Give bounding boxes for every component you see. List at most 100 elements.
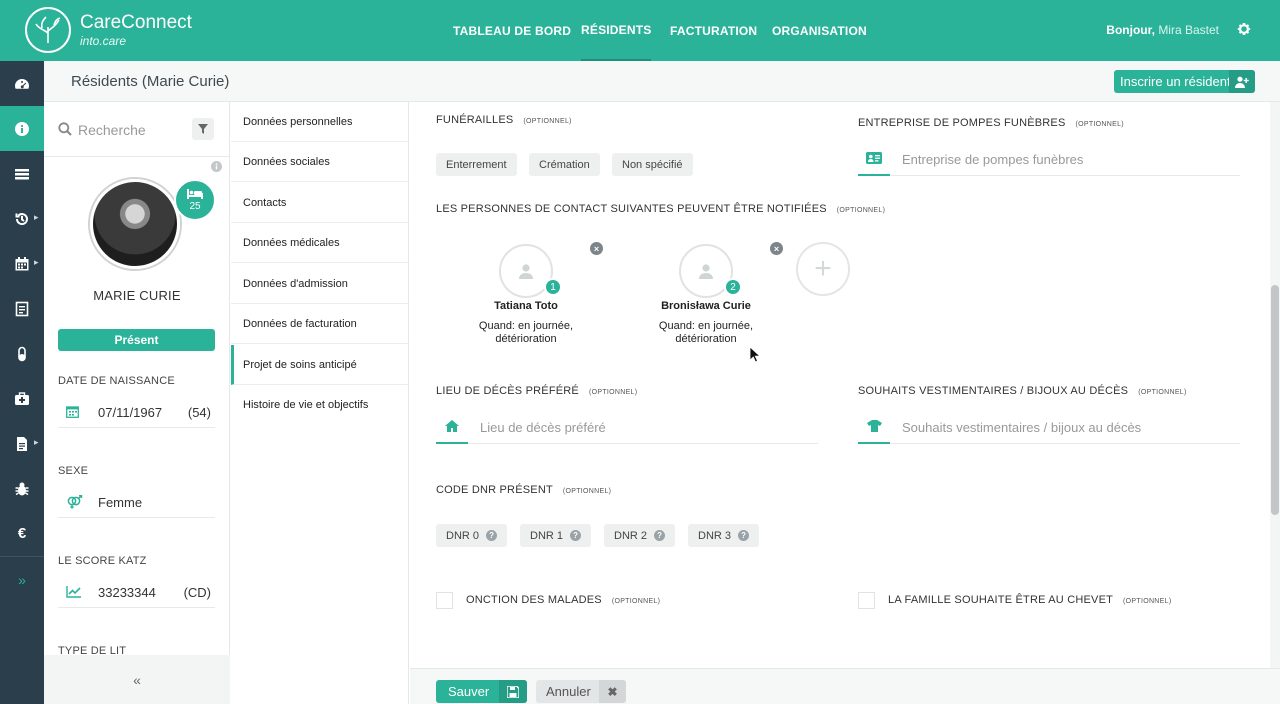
clothing-input[interactable] xyxy=(902,418,1222,436)
avatar[interactable] xyxy=(90,179,180,269)
death-place-label-text: LIEU DE DÉCÈS PRÉFÉRÉ xyxy=(436,385,579,397)
cancel-button[interactable]: Annuler ✖ xyxy=(536,680,626,703)
gear-icon[interactable] xyxy=(1236,21,1252,37)
top-bar: CareConnect into.care TABLEAU DE BORD RÉ… xyxy=(0,0,1280,61)
add-contact-icon[interactable]: + xyxy=(796,242,850,296)
dnr-option-3[interactable]: DNR 3? xyxy=(688,524,760,547)
contact-name: Tatiana Toto xyxy=(494,300,558,312)
dob-value: 07/11/1967 xyxy=(98,405,163,420)
katz-value: 33233344 xyxy=(98,585,156,600)
dnr-option-1[interactable]: DNR 1? xyxy=(520,524,592,547)
remove-contact-icon[interactable]: × xyxy=(770,242,783,255)
rail-info-icon[interactable] xyxy=(0,106,44,151)
rail-notes-icon[interactable] xyxy=(0,286,44,331)
clothing-label: SOUHAITS VESTIMENTAIRES / BIJOUX AU DÉCÈ… xyxy=(858,385,1187,397)
katz-label: LE SCORE KATZ xyxy=(58,555,147,567)
contact-card[interactable]: 1 Tatiana Toto Quand: en journée, détéri… xyxy=(451,244,601,348)
section-medical-data[interactable]: Données médicales xyxy=(231,223,409,263)
careconnect-logo-icon[interactable] xyxy=(25,7,71,53)
funeral-option-unspecified[interactable]: Non spécifié xyxy=(612,153,693,176)
search-input[interactable] xyxy=(78,120,188,140)
nav-tab-billing[interactable]: FACTURATION xyxy=(670,0,757,61)
app-name: CareConnect xyxy=(80,12,192,33)
bed-icon xyxy=(187,188,203,199)
undertaker-label-text: ENTREPRISE DE POMPES FUNÈBRES xyxy=(858,117,1066,129)
greeting: Bonjour, Mira Bastet xyxy=(1106,23,1219,37)
info-icon[interactable] xyxy=(211,160,222,175)
tshirt-icon xyxy=(858,410,890,444)
mouse-cursor-icon xyxy=(749,346,762,367)
greeting-user[interactable]: Mira Bastet xyxy=(1158,23,1219,37)
help-icon[interactable]: ? xyxy=(738,530,750,541)
form-footer: Sauver Annuler ✖ xyxy=(410,668,1280,704)
profile-divider xyxy=(44,156,230,157)
section-life-story[interactable]: Histoire de vie et objectifs xyxy=(231,385,409,425)
search-icon xyxy=(58,122,72,139)
family-bedside-checkbox[interactable] xyxy=(858,592,875,609)
section-billing-data[interactable]: Données de facturation xyxy=(231,304,409,344)
nav-tab-residents[interactable]: RÉSIDENTS xyxy=(581,0,652,61)
rail-list-icon[interactable] xyxy=(0,151,44,196)
save-button[interactable]: Sauver xyxy=(436,680,527,703)
death-place-input[interactable] xyxy=(480,418,800,436)
id-card-icon xyxy=(858,142,890,176)
anointing-label: ONCTION DES MALADES (OPTIONNEL) xyxy=(466,594,660,606)
rail-euro-icon[interactable]: € xyxy=(0,511,44,556)
rail-dashboard-icon[interactable] xyxy=(0,61,44,106)
section-personal-data[interactable]: Données personnelles xyxy=(231,102,409,142)
bed-badge: 25 xyxy=(174,179,216,221)
collapse-panel-button[interactable]: « xyxy=(44,655,230,704)
rail-medkit-icon[interactable] xyxy=(0,376,44,421)
optional-tag: (OPTIONNEL) xyxy=(1075,121,1124,128)
anointing-checkbox[interactable] xyxy=(436,592,453,609)
rail-document-chevron-icon: ▸ xyxy=(34,437,39,447)
contact-card[interactable]: 2 Bronisława Curie Quand: en journée, dé… xyxy=(631,244,781,348)
help-icon[interactable]: ? xyxy=(486,530,498,541)
nav-tab-organisation[interactable]: ORGANISATION xyxy=(772,0,867,61)
page-title: Résidents (Marie Curie) xyxy=(71,73,230,90)
death-place-field xyxy=(436,410,818,444)
dob-field: 07/11/1967 (54) xyxy=(58,396,215,428)
funeral-option-cremation[interactable]: Crémation xyxy=(529,153,600,176)
death-place-label: LIEU DE DÉCÈS PRÉFÉRÉ (OPTIONNEL) xyxy=(436,385,637,397)
advance-care-form: FUNÉRAILLES (OPTIONNEL) Enterrement Créma… xyxy=(410,102,1270,668)
section-social-data[interactable]: Données sociales xyxy=(231,142,409,182)
enroll-resident-button[interactable]: Inscrire un résident xyxy=(1114,70,1255,93)
remove-contact-icon[interactable]: × xyxy=(590,242,603,255)
clothing-field xyxy=(858,410,1240,444)
funeral-option-burial[interactable]: Enterrement xyxy=(436,153,517,176)
dnr-label-text: CODE DNR PRÉSENT xyxy=(436,484,553,496)
bed-number: 25 xyxy=(189,200,201,212)
help-icon[interactable]: ? xyxy=(654,530,666,541)
enroll-resident-label: Inscrire un résident xyxy=(1120,74,1231,89)
anointing-label-text: ONCTION DES MALADES xyxy=(466,594,602,606)
contact-priority-badge: 2 xyxy=(724,278,742,296)
rail-expand-icon[interactable]: » xyxy=(0,557,44,602)
sex-field: Femme xyxy=(58,486,215,518)
rail-bug-icon[interactable] xyxy=(0,466,44,511)
sex-label: SEXE xyxy=(58,465,89,477)
dnr-option-0[interactable]: DNR 0? xyxy=(436,524,508,547)
dnr-option-label: DNR 0 xyxy=(446,529,480,542)
dnr-option-label: DNR 2 xyxy=(614,529,648,542)
gender-icon xyxy=(66,494,84,512)
contact-notify-when: Quand: en journée, détérioration xyxy=(658,320,754,345)
nav-tab-dashboard[interactable]: TABLEAU DE BORD xyxy=(453,0,571,61)
chart-line-icon xyxy=(66,585,82,601)
clothing-label-text: SOUHAITS VESTIMENTAIRES / BIJOUX AU DÉCÈ… xyxy=(858,385,1129,397)
section-advance-care-plan[interactable]: Projet de soins anticipé xyxy=(231,345,409,385)
filter-icon[interactable] xyxy=(192,118,214,140)
section-contacts[interactable]: Contacts xyxy=(231,183,409,223)
optional-tag: (OPTIONNEL) xyxy=(523,118,572,125)
greeting-hello: Bonjour, xyxy=(1106,23,1155,37)
optional-tag: (OPTIONNEL) xyxy=(1123,598,1172,605)
undertaker-input[interactable] xyxy=(902,150,1222,168)
dnr-option-2[interactable]: DNR 2? xyxy=(604,524,676,547)
section-admission-data[interactable]: Données d'admission xyxy=(231,264,409,304)
help-icon[interactable]: ? xyxy=(570,530,582,541)
optional-tag: (OPTIONNEL) xyxy=(836,207,886,214)
collapse-icon: « xyxy=(133,671,141,688)
scrollbar-thumb[interactable] xyxy=(1271,285,1279,515)
status-badge[interactable]: Présent xyxy=(58,329,215,351)
rail-pill-icon[interactable] xyxy=(0,331,44,376)
